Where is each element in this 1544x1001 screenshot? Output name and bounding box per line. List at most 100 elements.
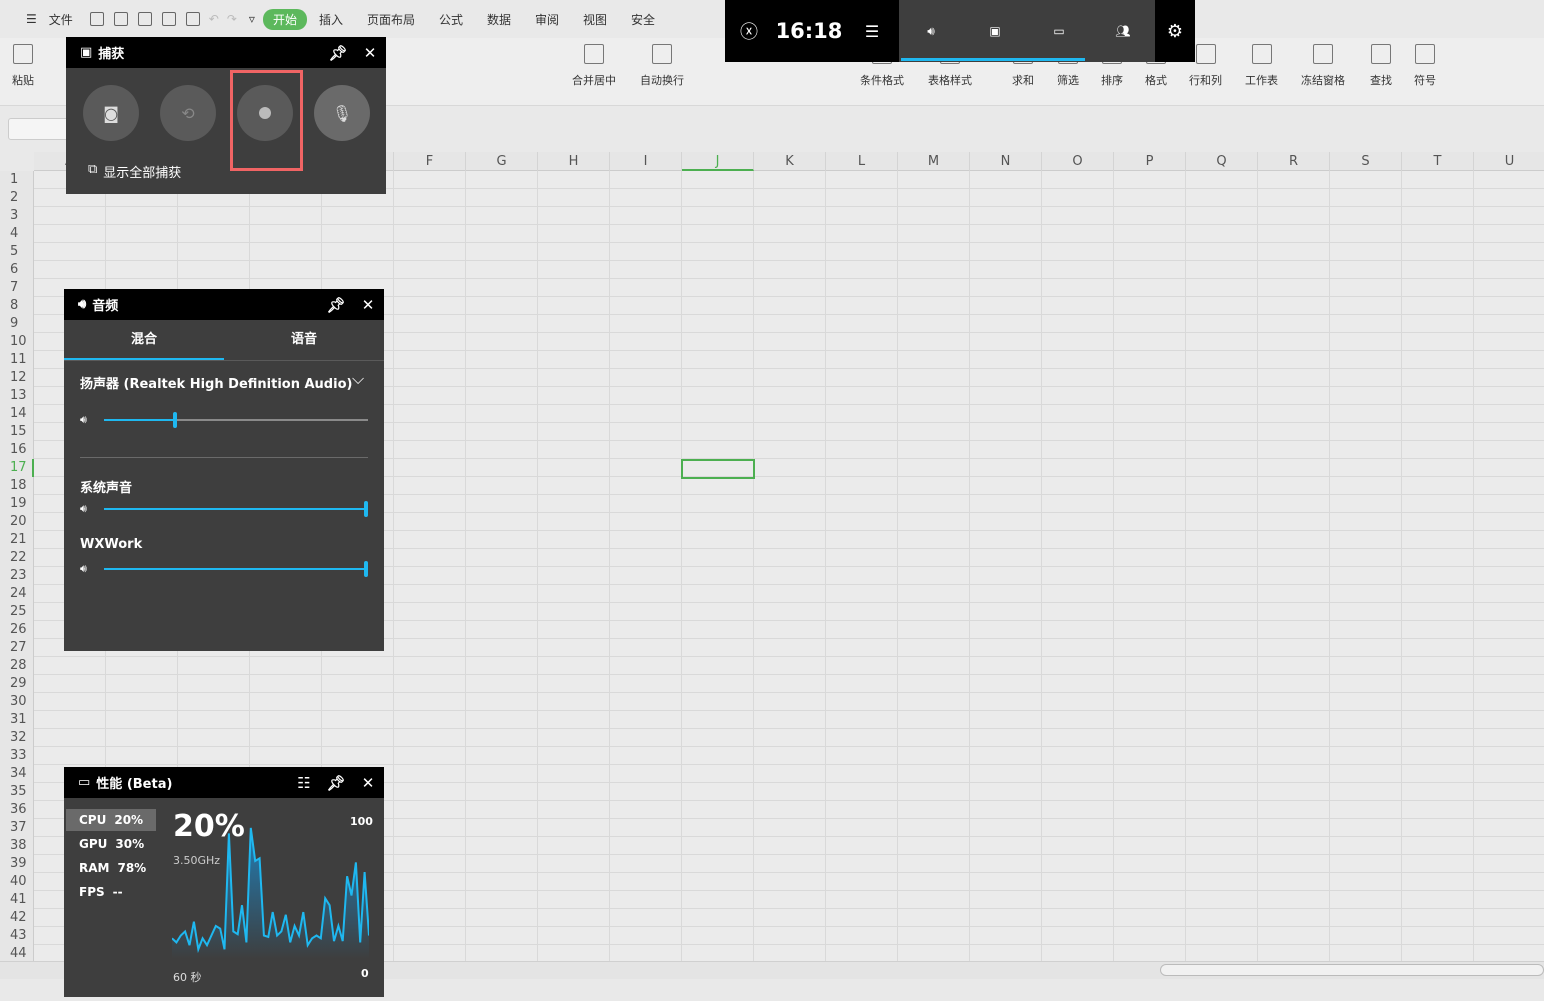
row-header[interactable]: 42: [0, 909, 34, 927]
metric-ram[interactable]: RAM 78%: [66, 857, 156, 879]
open-icon[interactable]: [89, 12, 104, 26]
ribbon-button[interactable]: 粘贴: [12, 44, 34, 88]
row-header[interactable]: 43: [0, 927, 34, 945]
column-header[interactable]: N: [970, 152, 1042, 171]
row-header[interactable]: 27: [0, 639, 34, 657]
column-header[interactable]: M: [898, 152, 970, 171]
volume-icon[interactable]: 🔊︎: [80, 502, 87, 516]
tab-data[interactable]: 数据: [475, 11, 523, 28]
row-header[interactable]: 32: [0, 729, 34, 747]
row-header[interactable]: 29: [0, 675, 34, 693]
row-header[interactable]: 9: [0, 315, 34, 333]
column-header[interactable]: P: [1114, 152, 1186, 171]
save-icon[interactable]: [113, 12, 128, 26]
tab-formula[interactable]: 公式: [427, 11, 475, 28]
row-header[interactable]: 24: [0, 585, 34, 603]
ribbon-button[interactable]: 查找: [1370, 44, 1392, 88]
print-icon[interactable]: [161, 12, 176, 26]
device-volume-slider[interactable]: [104, 412, 368, 428]
preview-icon[interactable]: [185, 12, 200, 26]
row-header[interactable]: 39: [0, 855, 34, 873]
column-header[interactable]: U: [1474, 152, 1544, 171]
column-header[interactable]: F: [394, 152, 466, 171]
volume-icon[interactable]: 🔊︎: [80, 413, 87, 427]
row-header[interactable]: 7: [0, 279, 34, 297]
row-header[interactable]: 2: [0, 189, 34, 207]
column-header[interactable]: R: [1258, 152, 1330, 171]
row-header[interactable]: 26: [0, 621, 34, 639]
pdf-icon[interactable]: [137, 12, 152, 26]
xbox-icon[interactable]: ⓧ: [725, 0, 773, 62]
options-icon[interactable]: ☷: [288, 774, 320, 792]
row-header[interactable]: 11: [0, 351, 34, 369]
row-header[interactable]: 35: [0, 783, 34, 801]
tab-mix[interactable]: 混合: [64, 320, 224, 360]
chevron-down-icon[interactable]: ⌵: [352, 369, 364, 389]
row-header[interactable]: 22: [0, 549, 34, 567]
row-header[interactable]: 20: [0, 513, 34, 531]
active-cell[interactable]: [681, 459, 755, 479]
row-header[interactable]: 28: [0, 657, 34, 675]
social-icon[interactable]: 👥︎: [1091, 0, 1155, 62]
row-header[interactable]: 33: [0, 747, 34, 765]
row-header[interactable]: 15: [0, 423, 34, 441]
column-header[interactable]: Q: [1186, 152, 1258, 171]
row-header[interactable]: 8: [0, 297, 34, 315]
metric-fps[interactable]: FPS --: [66, 881, 156, 903]
tab-home[interactable]: 开始: [262, 8, 307, 30]
row-header[interactable]: 16: [0, 441, 34, 459]
close-icon[interactable]: ✕: [354, 44, 386, 62]
row-header[interactable]: 25: [0, 603, 34, 621]
column-header[interactable]: J: [682, 152, 754, 171]
row-header[interactable]: 21: [0, 531, 34, 549]
close-icon[interactable]: ✕: [352, 774, 384, 792]
widget-menu-icon[interactable]: ☰: [845, 0, 899, 62]
tab-page-layout[interactable]: 页面布局: [355, 11, 427, 28]
row-header[interactable]: 38: [0, 837, 34, 855]
row-header[interactable]: 5: [0, 243, 34, 261]
row-header[interactable]: 31: [0, 711, 34, 729]
row-header[interactable]: 23: [0, 567, 34, 585]
row-header[interactable]: 17: [0, 459, 34, 477]
ribbon-button[interactable]: 合并居中: [572, 44, 616, 88]
column-header[interactable]: K: [754, 152, 826, 171]
row-header[interactable]: 36: [0, 801, 34, 819]
row-header[interactable]: 30: [0, 693, 34, 711]
column-header[interactable]: S: [1330, 152, 1402, 171]
column-header[interactable]: T: [1402, 152, 1474, 171]
screenshot-button[interactable]: ◙: [83, 85, 139, 141]
row-header[interactable]: 1: [0, 171, 34, 189]
metric-cpu[interactable]: CPU 20%: [66, 809, 156, 831]
horizontal-scrollbar[interactable]: [1160, 964, 1544, 976]
row-header[interactable]: 10: [0, 333, 34, 351]
row-header[interactable]: 37: [0, 819, 34, 837]
undo-icon[interactable]: ↶: [205, 12, 223, 26]
row-header[interactable]: 18: [0, 477, 34, 495]
settings-icon[interactable]: ⚙: [1155, 0, 1195, 62]
ribbon-button[interactable]: 符号: [1414, 44, 1436, 88]
column-header[interactable]: L: [826, 152, 898, 171]
pin-icon[interactable]: 📌︎: [320, 774, 352, 792]
tab-voice[interactable]: 语音: [224, 320, 384, 360]
wxwork-volume-slider[interactable]: [104, 561, 368, 577]
performance-icon[interactable]: ▭: [1027, 0, 1091, 62]
column-header[interactable]: G: [466, 152, 538, 171]
record-last-button[interactable]: ⟲: [160, 85, 216, 141]
volume-icon[interactable]: 🔊︎: [80, 562, 87, 576]
tab-review[interactable]: 审阅: [523, 11, 571, 28]
row-header[interactable]: 40: [0, 873, 34, 891]
close-icon[interactable]: ✕: [352, 296, 384, 314]
show-all-captures-link[interactable]: ⧉ 显示全部捕获: [88, 162, 181, 181]
mic-toggle-button[interactable]: 🎙︎: [314, 85, 370, 141]
dropdown-icon[interactable]: ▿: [241, 12, 263, 26]
tab-insert[interactable]: 插入: [307, 11, 355, 28]
ribbon-button[interactable]: 工作表: [1245, 44, 1278, 88]
row-header[interactable]: 19: [0, 495, 34, 513]
tab-view[interactable]: 视图: [571, 11, 619, 28]
metric-gpu[interactable]: GPU 30%: [66, 833, 156, 855]
column-header[interactable]: H: [538, 152, 610, 171]
ribbon-button[interactable]: 自动换行: [640, 44, 684, 88]
row-header[interactable]: 3: [0, 207, 34, 225]
pin-icon[interactable]: 📌︎: [320, 296, 352, 314]
row-header[interactable]: 6: [0, 261, 34, 279]
